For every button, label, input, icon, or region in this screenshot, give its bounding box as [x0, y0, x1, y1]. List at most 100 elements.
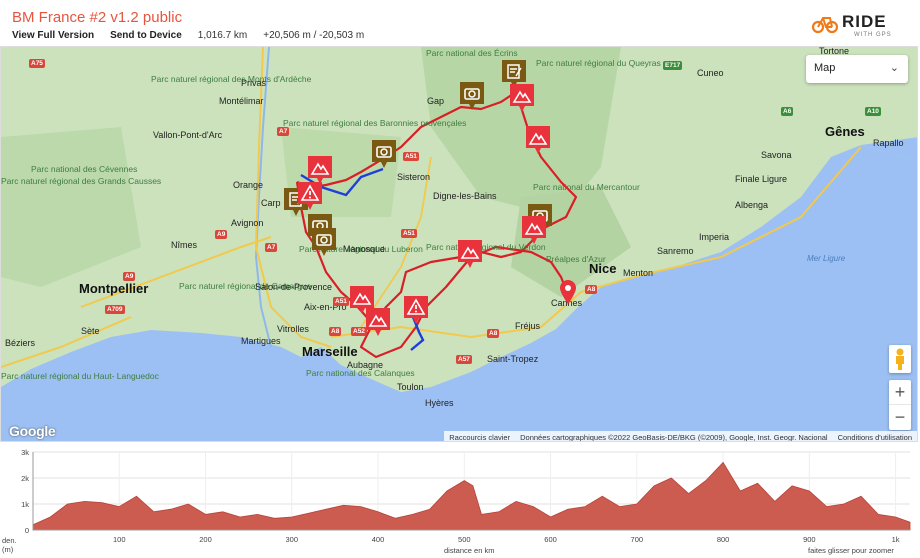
label-parc-cevennes: Parc national des Cévennes: [31, 164, 138, 174]
chevron-down-icon: ⌄: [889, 62, 899, 74]
road-shield: A9: [215, 230, 228, 239]
label-digne: Digne-les-Bains: [433, 191, 497, 201]
bike-icon: [812, 17, 838, 34]
label-orange: Orange: [233, 180, 264, 190]
label-manosque: Manosque: [343, 244, 386, 254]
street-view-pegman[interactable]: [889, 345, 911, 373]
route-map[interactable]: Parc national des Écrins Parc naturel ré…: [0, 46, 918, 442]
ride-page: BM France #2 v1.2 public View Full Versi…: [0, 0, 920, 558]
label-nice: Nice: [589, 261, 617, 276]
terms-of-use-link[interactable]: Conditions d'utilisation: [833, 433, 917, 442]
label-montpellier: Montpellier: [79, 281, 149, 296]
elevation-area: [32, 461, 911, 531]
elevation-chart[interactable]: 3k 2k 1k 0 100 200 300 400 500 600 700 800 900 1k: [0, 442, 920, 558]
keyboard-shortcuts-link[interactable]: Raccourcis clavier: [444, 433, 515, 442]
elevation-y-tick: 0: [25, 526, 29, 535]
elevation-x-tick: 300: [286, 535, 299, 544]
label-toulon: Toulon: [397, 382, 424, 392]
summit-icon[interactable]: [521, 215, 547, 245]
road-shield: A9: [123, 272, 136, 281]
label-aubagne: Aubagne: [347, 360, 384, 370]
zoom-in-button[interactable]: +: [889, 380, 911, 405]
elevation-y-tick: 3k: [21, 448, 29, 457]
logo-gps-text: WITH GPS: [854, 32, 892, 38]
label-salon: Salon-de-Provence: [255, 282, 333, 292]
label-parc-ecrins: Parc national des Écrins: [426, 48, 518, 58]
elevation-y-tick: 1k: [21, 500, 29, 509]
road-shield: A51: [333, 297, 349, 306]
label-rapallo: Rapallo: [873, 138, 904, 148]
camera-icon[interactable]: [311, 227, 337, 257]
elevation-x-tick: 800: [717, 535, 730, 544]
road-shield: A6: [781, 107, 794, 116]
view-full-version-link[interactable]: View Full Version: [12, 30, 94, 41]
label-avignon: Avignon: [231, 218, 264, 228]
map-type-value: Map: [814, 62, 836, 74]
label-parc-monts-ardeche: Parc naturel régional des Monts d'Ardèch…: [151, 74, 312, 84]
summit-icon[interactable]: [525, 125, 551, 155]
label-frejus: Fréjus: [515, 321, 541, 331]
road-shield: A7: [277, 127, 290, 136]
label-parc-haut-languedoc: Parc naturel régional du Haut- Languedoc: [1, 371, 159, 381]
send-to-device-link[interactable]: Send to Device: [110, 30, 182, 41]
label-vitrolles: Vitrolles: [277, 324, 309, 334]
label-parc-queyras: Parc naturel régional du Queyras: [536, 58, 661, 68]
label-cuneo: Cuneo: [697, 68, 724, 78]
map-data-text: Données cartographiques ©2022 GeoBasis-D…: [520, 432, 828, 442]
warning-icon[interactable]: [297, 181, 323, 211]
elevation-y-tick: 2k: [21, 474, 29, 483]
elevation-xlabel: distance en km: [444, 546, 495, 555]
label-savona: Savona: [761, 150, 792, 160]
camera-icon[interactable]: [371, 139, 397, 169]
camera-icon[interactable]: [459, 81, 485, 111]
label-genes: Gênes: [825, 124, 865, 139]
summit-icon[interactable]: [457, 239, 483, 269]
label-hyeres: Hyères: [425, 398, 454, 408]
elevation-x-tick: 700: [631, 535, 644, 544]
label-montelimar: Montélimar: [219, 96, 264, 106]
road-shield: A7: [265, 243, 278, 252]
map-type-select[interactable]: Map ⌄: [806, 55, 908, 83]
zoom-out-button[interactable]: −: [889, 405, 911, 430]
label-martigues: Martigues: [241, 336, 281, 346]
road-shield: A8: [585, 285, 598, 294]
road-shield: A10: [865, 107, 881, 116]
label-nimes: Nîmes: [171, 240, 198, 250]
elevation-profile[interactable]: 3k 2k 1k 0 100 200 300 400 500 600 700 800 900 1k den…: [0, 442, 920, 558]
ride-with-gps-logo[interactable]: RIDE WITH GPS: [812, 10, 902, 40]
road-shield: A57: [456, 355, 472, 364]
elevation-x-tick: 600: [544, 535, 557, 544]
label-parc-mercantour: Parc national du Mercantour: [533, 182, 640, 192]
google-logo[interactable]: Google: [9, 423, 56, 439]
road-shield: A8: [329, 327, 342, 336]
elevation-x-tick: 100: [113, 535, 126, 544]
start-end-pin-icon[interactable]: [559, 279, 577, 305]
route-actions: View Full Version Send to Device 1,016.7…: [12, 30, 380, 41]
label-beziers: Béziers: [5, 338, 36, 348]
elevation-x-tick: 400: [372, 535, 385, 544]
map-attribution: Raccourcis clavier Données cartographiqu…: [444, 431, 917, 442]
elevation-zoom-hint: faites glisser pour zoomer: [808, 546, 894, 555]
route-title: BM France #2 v1.2 public: [12, 9, 183, 26]
road-shield: A51: [401, 229, 417, 238]
label-sanremo: Sanremo: [657, 246, 694, 256]
pegman-icon: [896, 348, 904, 370]
label-vallon: Vallon-Pont-d'Arc: [153, 130, 223, 140]
elevation-x-tick: 900: [803, 535, 816, 544]
label-menton: Menton: [623, 268, 654, 278]
summit-icon[interactable]: [365, 307, 391, 337]
warning-icon[interactable]: [403, 295, 429, 325]
elevation-x-tick: 500: [458, 535, 471, 544]
road-shield: E717: [663, 61, 683, 70]
elevation-ylabel: den. (m): [2, 536, 17, 554]
header: BM France #2 v1.2 public View Full Versi…: [0, 0, 920, 46]
label-sisteron: Sisteron: [397, 172, 431, 182]
label-albenga: Albenga: [735, 200, 769, 210]
distance-stat: 1,016.7 km: [197, 30, 248, 41]
road-shield: A75: [29, 59, 45, 68]
logo-ride-text: RIDE: [842, 12, 887, 31]
summit-icon[interactable]: [509, 83, 535, 113]
label-imperia: Imperia: [699, 232, 730, 242]
road-shield: A709: [105, 305, 125, 314]
label-mer-ligure: Mer Ligure: [807, 254, 846, 263]
